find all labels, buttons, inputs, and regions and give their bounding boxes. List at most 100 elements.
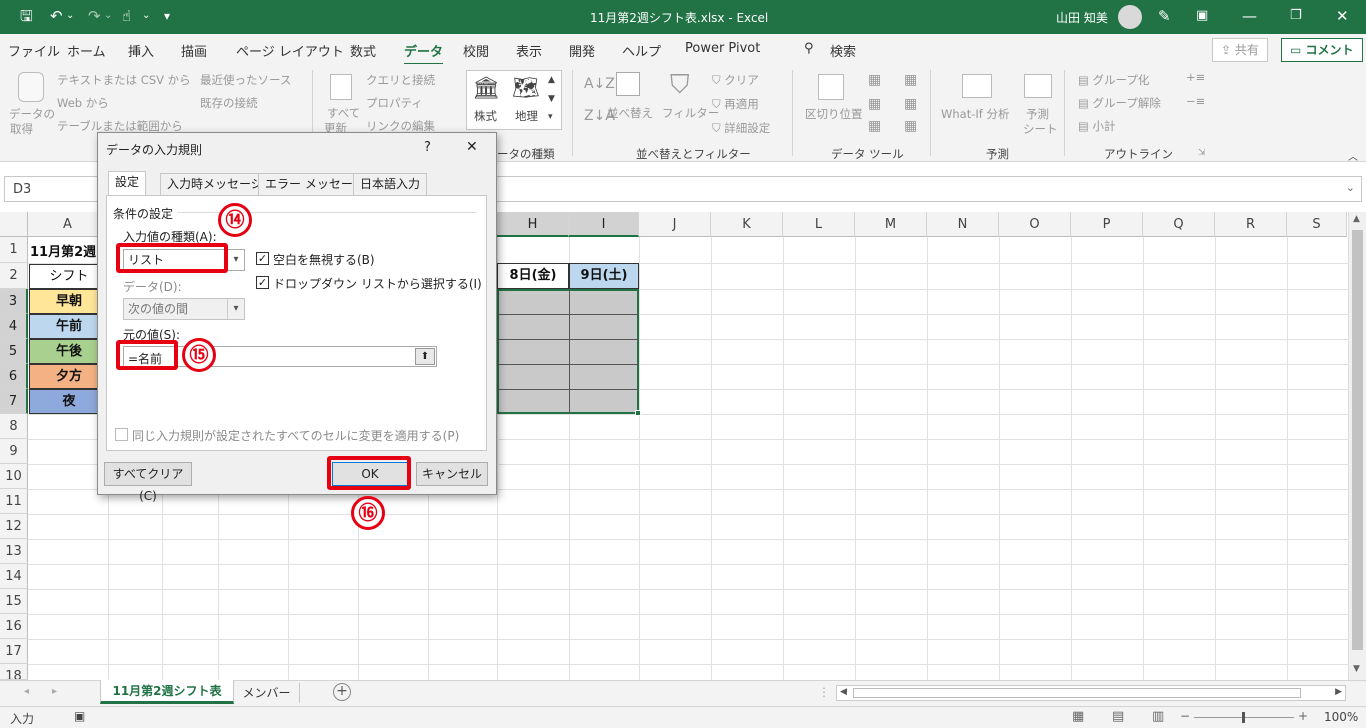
data-validation-icon[interactable]: ▦	[868, 118, 881, 134]
data-operator-select[interactable]: 次の値の間 ▾	[123, 298, 245, 320]
refresh-all-button[interactable]: すべて	[327, 105, 360, 121]
redo-icon[interactable]: ↷	[88, 6, 101, 26]
row-header[interactable]: 12	[0, 514, 28, 539]
pen-icon[interactable]: ✎	[1158, 6, 1171, 26]
help-button[interactable]: ?	[424, 140, 431, 155]
clear-all-button[interactable]: すべてクリア(C)	[104, 462, 192, 503]
recent-sources-button[interactable]: 最近使ったソース	[200, 72, 291, 88]
flash-fill-icon[interactable]: ▦	[868, 72, 881, 88]
fill-handle[interactable]	[635, 410, 641, 416]
column-header[interactable]: O	[999, 212, 1071, 237]
text-csv-button[interactable]: テキストまたは CSV から	[57, 72, 191, 88]
collapse-dialog-icon[interactable]: ⬆	[415, 348, 435, 365]
macro-record-icon[interactable]: ▣	[74, 709, 85, 723]
row-header[interactable]: 17	[0, 639, 28, 664]
tab-insert[interactable]: 挿入	[128, 41, 154, 60]
column-header[interactable]: J	[639, 212, 711, 237]
web-button[interactable]: Web から	[57, 95, 109, 111]
scroll-thumb[interactable]	[853, 688, 1301, 698]
scroll-right-icon[interactable]: ▶	[1335, 687, 1342, 697]
in-cell-dropdown-checkbox[interactable]: ✓	[256, 276, 269, 289]
clear-button[interactable]: ⛉ クリア	[712, 72, 759, 88]
cell-a1[interactable]: 11月第2週	[30, 241, 96, 260]
search-icon[interactable]: ⚲	[804, 41, 814, 56]
horizontal-scrollbar[interactable]: ◀ ▶	[836, 685, 1346, 701]
existing-connections-button[interactable]: 既存の接続	[200, 95, 258, 111]
minimize-icon[interactable]: —	[1242, 6, 1257, 26]
save-icon[interactable]: 🖫	[20, 6, 33, 26]
select-all-corner[interactable]	[0, 212, 28, 237]
cancel-button[interactable]: キャンセル	[416, 462, 488, 486]
column-header[interactable]: N	[927, 212, 999, 237]
row-header[interactable]: 9	[0, 439, 28, 464]
close-icon[interactable]: ✕	[466, 139, 478, 155]
advanced-button[interactable]: ⛉ 詳細設定	[712, 120, 770, 136]
next-sheet-icon[interactable]: ▸	[52, 686, 57, 697]
chevron-down-icon[interactable]: ▾	[227, 250, 244, 270]
tab-home[interactable]: ホーム	[67, 41, 106, 60]
tab-developer[interactable]: 開発	[569, 41, 595, 60]
name-box[interactable]: D3	[4, 176, 104, 202]
cell-h2[interactable]: 8日(金)	[497, 263, 569, 289]
subtotal-button[interactable]: ▤ 小計	[1078, 118, 1116, 134]
tab-page-layout[interactable]: ページ レイアウト	[236, 41, 344, 60]
gallery-down-icon[interactable]: ▼	[548, 94, 555, 104]
row-header[interactable]: 14	[0, 564, 28, 589]
column-header[interactable]: R	[1215, 212, 1287, 237]
gallery-more-icon[interactable]: ▾	[548, 112, 553, 122]
chevron-down-icon[interactable]: ⌄	[66, 6, 74, 26]
prev-sheet-icon[interactable]: ◂	[24, 686, 29, 697]
geography-button[interactable]: 地理	[515, 108, 538, 124]
tab-view[interactable]: 表示	[516, 41, 542, 60]
reapply-button[interactable]: ⛉ 再適用	[712, 96, 759, 112]
remove-duplicates-icon[interactable]: ▦	[868, 96, 881, 112]
page-break-view-icon[interactable]: ▥	[1152, 709, 1164, 724]
scroll-thumb[interactable]	[1352, 230, 1363, 650]
zoom-in-icon[interactable]: +	[1298, 709, 1308, 723]
column-header[interactable]: S	[1287, 212, 1347, 237]
what-if-button[interactable]: What-If 分析	[941, 106, 1009, 122]
close-icon[interactable]: ✕	[1336, 6, 1349, 26]
sort-button[interactable]: 並べ替え	[607, 105, 653, 121]
stocks-button[interactable]: 株式	[474, 108, 497, 124]
tab-settings[interactable]: 設定	[108, 171, 147, 196]
data-model-icon[interactable]: ▦	[904, 118, 917, 134]
show-detail-icon[interactable]: +≡	[1186, 70, 1205, 84]
formula-input[interactable]: ⌄	[496, 176, 1362, 202]
row-header[interactable]: 16	[0, 614, 28, 639]
row-header[interactable]: 18	[0, 664, 28, 680]
queries-button[interactable]: クエリと接続	[366, 72, 435, 88]
column-header[interactable]: I	[569, 212, 639, 237]
comment-button[interactable]: ▭ コメント	[1281, 38, 1363, 62]
column-header[interactable]: L	[783, 212, 855, 237]
avatar[interactable]	[1118, 5, 1142, 29]
chevron-down-icon[interactable]: ⌄	[142, 6, 150, 26]
split-handle-icon[interactable]: ⋮	[818, 685, 830, 699]
expand-formula-bar-icon[interactable]: ⌄	[1346, 181, 1355, 194]
row-header[interactable]: 4	[0, 314, 28, 339]
selected-range[interactable]	[497, 289, 639, 414]
sheet-tab-active[interactable]: 11月第2週シフト表	[100, 680, 234, 704]
row-header[interactable]: 1	[0, 237, 28, 263]
zoom-out-icon[interactable]: −	[1180, 709, 1190, 723]
zoom-slider-thumb[interactable]	[1242, 712, 1245, 723]
add-sheet-icon[interactable]: +	[333, 683, 351, 701]
relationships-icon[interactable]: ▦	[904, 96, 917, 112]
tab-ime-mode[interactable]: 日本語入力	[353, 173, 428, 195]
ungroup-button[interactable]: ▤ グループ解除	[1078, 95, 1161, 111]
ignore-blank-checkbox[interactable]: ✓	[256, 252, 269, 265]
tab-help[interactable]: ヘルプ	[622, 41, 661, 60]
search-box[interactable]: 検索	[830, 41, 856, 60]
sheet-tab[interactable]: メンバー	[234, 683, 300, 703]
tab-file[interactable]: ファイル	[8, 41, 60, 60]
row-header[interactable]: 8	[0, 414, 28, 439]
column-header[interactable]: H	[497, 212, 569, 237]
consolidate-icon[interactable]: ▦	[904, 72, 917, 88]
row-header[interactable]: 2	[0, 263, 28, 289]
column-header[interactable]: M	[855, 212, 927, 237]
touch-mode-icon[interactable]: ☝	[122, 6, 131, 26]
ribbon-display-icon[interactable]: ▣	[1196, 6, 1208, 26]
collapse-ribbon-icon[interactable]: ︿	[1348, 148, 1358, 163]
restore-icon[interactable]: ❐	[1290, 6, 1302, 26]
tab-power-pivot[interactable]: Power Pivot	[685, 41, 760, 56]
